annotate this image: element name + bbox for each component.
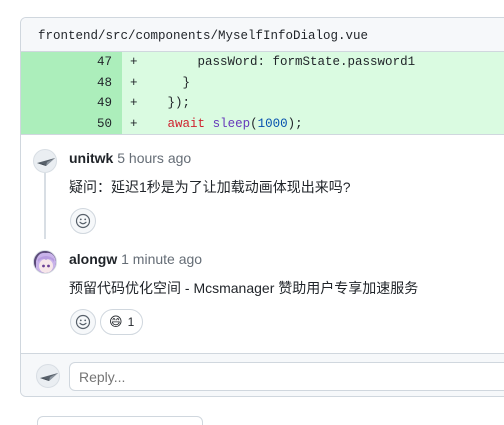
diff-sign: + — [130, 55, 138, 69]
line-number[interactable]: 50 — [21, 113, 122, 134]
diff-line: 49 + }); — [21, 93, 504, 114]
diff-line: 50 + await sleep(1000); — [21, 113, 504, 134]
code-line: + } — [122, 72, 504, 93]
code-line: + passWord: formState.password1 — [122, 52, 504, 73]
comment-body: 预留代码优化空间 - Mcsmanager 赞助用户专享加速服务 — [69, 280, 419, 296]
add-reaction-button[interactable] — [70, 309, 96, 335]
line-number[interactable]: 48 — [21, 72, 122, 93]
next-thread-box — [37, 416, 203, 425]
code-keyword: await — [167, 116, 206, 131]
diff-sign: + — [130, 96, 138, 110]
diff-hunk: 47 + passWord: formState.password1 48 + … — [21, 52, 504, 135]
diff-sign: + — [130, 75, 138, 90]
comment-timestamp[interactable]: 5 hours ago — [117, 150, 191, 166]
code-text: }); — [167, 96, 191, 110]
code-number: 1000 — [257, 116, 288, 131]
paper-plane-avatar-icon[interactable] — [36, 364, 60, 388]
comment-body: 疑问：延迟1秒是为了让加载动画体现出来吗? — [69, 179, 351, 195]
comment-item: unitwk 5 hours ago 疑问：延迟1秒是为了让加载动画体现出来吗? — [33, 149, 504, 239]
comment-timestamp[interactable]: 1 minute ago — [121, 251, 202, 267]
diff-line: 47 + passWord: formState.password1 — [21, 52, 504, 73]
anime-character-avatar[interactable] — [33, 250, 57, 274]
code-text: } — [182, 75, 191, 90]
review-thread: frontend/src/components/MyselfInfoDialog… — [20, 17, 504, 397]
reply-area — [21, 353, 504, 396]
code-function: sleep — [212, 116, 251, 131]
diff-line: 48 + } — [21, 72, 504, 93]
paper-plane-avatar-icon[interactable] — [33, 149, 57, 173]
code-line: + await sleep(1000); — [122, 113, 504, 134]
comment-header: alongw 1 minute ago — [69, 251, 202, 267]
diff-sign: + — [130, 116, 138, 131]
smiley-icon — [75, 314, 91, 330]
reply-input[interactable] — [69, 362, 504, 391]
comment-header: unitwk 5 hours ago — [69, 150, 191, 166]
line-number[interactable]: 49 — [21, 93, 122, 114]
comment-author[interactable]: alongw — [69, 251, 117, 267]
comment-thread-line — [44, 173, 46, 239]
comment-item: alongw 1 minute ago 预留代码优化空间 - Mcsmanage… — [33, 250, 504, 340]
add-reaction-button[interactable] — [70, 208, 96, 234]
reaction-count: 1 — [127, 315, 135, 329]
code-text: passWord: formState.password1 — [197, 55, 416, 69]
file-path[interactable]: frontend/src/components/MyselfInfoDialog… — [21, 18, 504, 52]
code-line: + }); — [122, 93, 504, 114]
line-number[interactable]: 47 — [21, 52, 122, 73]
reaction-chip[interactable]: 😄 1 — [100, 309, 144, 335]
smiley-icon — [75, 213, 91, 229]
comment-author[interactable]: unitwk — [69, 150, 113, 166]
reaction-emoji: 😄 — [109, 314, 123, 329]
